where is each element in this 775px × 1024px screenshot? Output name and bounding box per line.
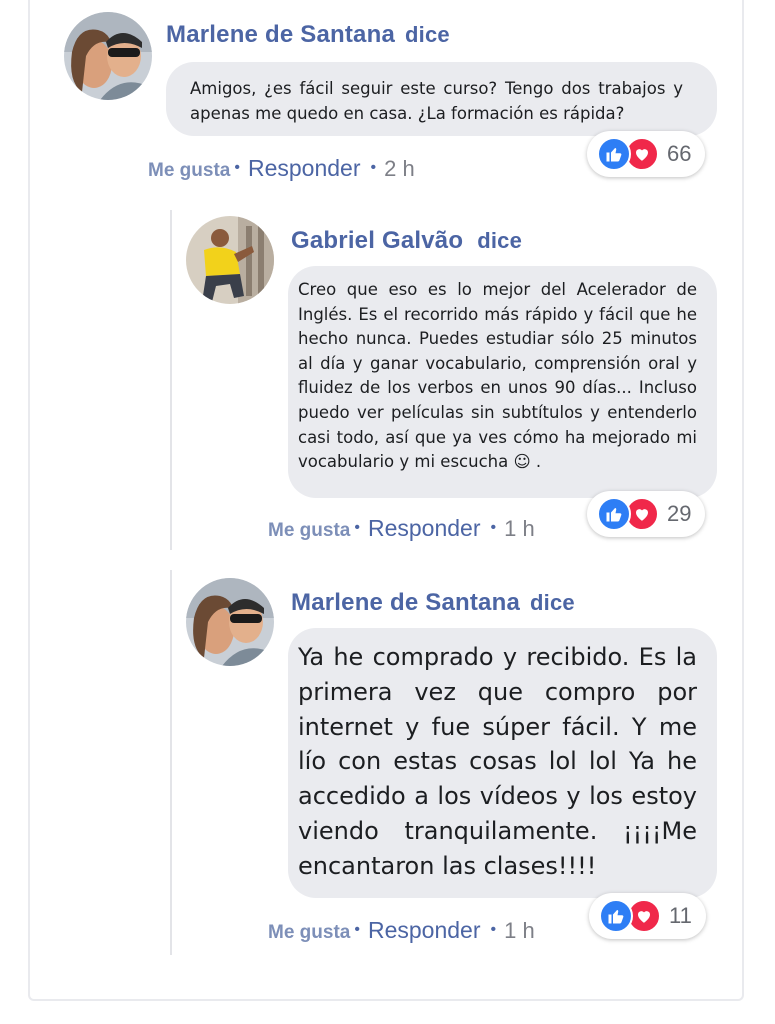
reaction-count: 11 [669, 903, 692, 928]
thumbs-up-icon [599, 899, 633, 933]
comment-actions: Me gusta • Responder • 2 h [148, 155, 415, 182]
author-name-text[interactable]: Gabriel Galvão [291, 227, 463, 254]
couple-selfie-avatar-icon [186, 578, 274, 666]
comment-text: Creo que eso es lo mejor del Acelerador … [298, 280, 697, 472]
separator-dot: • [354, 519, 360, 536]
thumbs-up-icon [597, 137, 631, 171]
like-link[interactable]: Me gusta [268, 520, 350, 541]
author-name-text[interactable]: Marlene de Santana [291, 589, 520, 616]
comment-time[interactable]: 1 h [504, 516, 535, 541]
man-yellow-shirt-avatar-icon [186, 216, 274, 304]
reactions-summary[interactable]: 11 [589, 893, 706, 939]
reactions-summary[interactable]: 66 [587, 131, 706, 177]
avatar[interactable] [186, 578, 274, 666]
separator-dot: • [354, 921, 360, 938]
reaction-count: 66 [667, 141, 692, 166]
author-name[interactable]: Marlene de Santana dice [166, 21, 450, 49]
avatar[interactable] [186, 216, 274, 304]
author-name[interactable]: Marlene de Santana dice [291, 589, 575, 617]
like-link[interactable]: Me gusta [148, 160, 230, 181]
thread-line [170, 210, 172, 550]
separator-dot: • [490, 519, 497, 536]
reply-link[interactable]: Responder [368, 515, 481, 541]
reaction-count: 29 [667, 501, 692, 526]
dice-label: dice [405, 22, 450, 47]
comment-bubble: Amigos, ¿es fácil seguir este curso? Ten… [166, 62, 717, 136]
comment-text: Ya he comprado y recibido. Es la primera… [298, 643, 697, 880]
thread-line [170, 570, 172, 955]
comment-bubble: Creo que eso es lo mejor del Acelerador … [288, 266, 717, 498]
reply-link[interactable]: Responder [248, 155, 361, 181]
reply-link[interactable]: Responder [368, 917, 481, 943]
comment-actions: Me gusta • Responder • 1 h [268, 917, 535, 944]
like-link[interactable]: Me gusta [268, 922, 350, 943]
author-name[interactable]: Gabriel Galvão dice [291, 227, 522, 255]
dice-label: dice [530, 590, 575, 615]
author-name-text[interactable]: Marlene de Santana [166, 21, 395, 48]
reactions-summary[interactable]: 29 [587, 491, 706, 537]
dice-label: dice [477, 228, 523, 253]
thumbs-up-icon [597, 497, 631, 531]
comment-time[interactable]: 2 h [384, 156, 415, 181]
comment-text: Amigos, ¿es fácil seguir este curso? Ten… [190, 79, 683, 123]
separator-dot: • [370, 159, 377, 176]
comment-time[interactable]: 1 h [504, 918, 535, 943]
comment-actions: Me gusta • Responder • 1 h [268, 515, 535, 542]
separator-dot: • [234, 159, 240, 176]
comment-bubble: Ya he comprado y recibido. Es la primera… [288, 628, 717, 898]
separator-dot: • [490, 921, 497, 938]
couple-selfie-avatar-icon [64, 12, 152, 100]
avatar[interactable] [64, 12, 152, 100]
